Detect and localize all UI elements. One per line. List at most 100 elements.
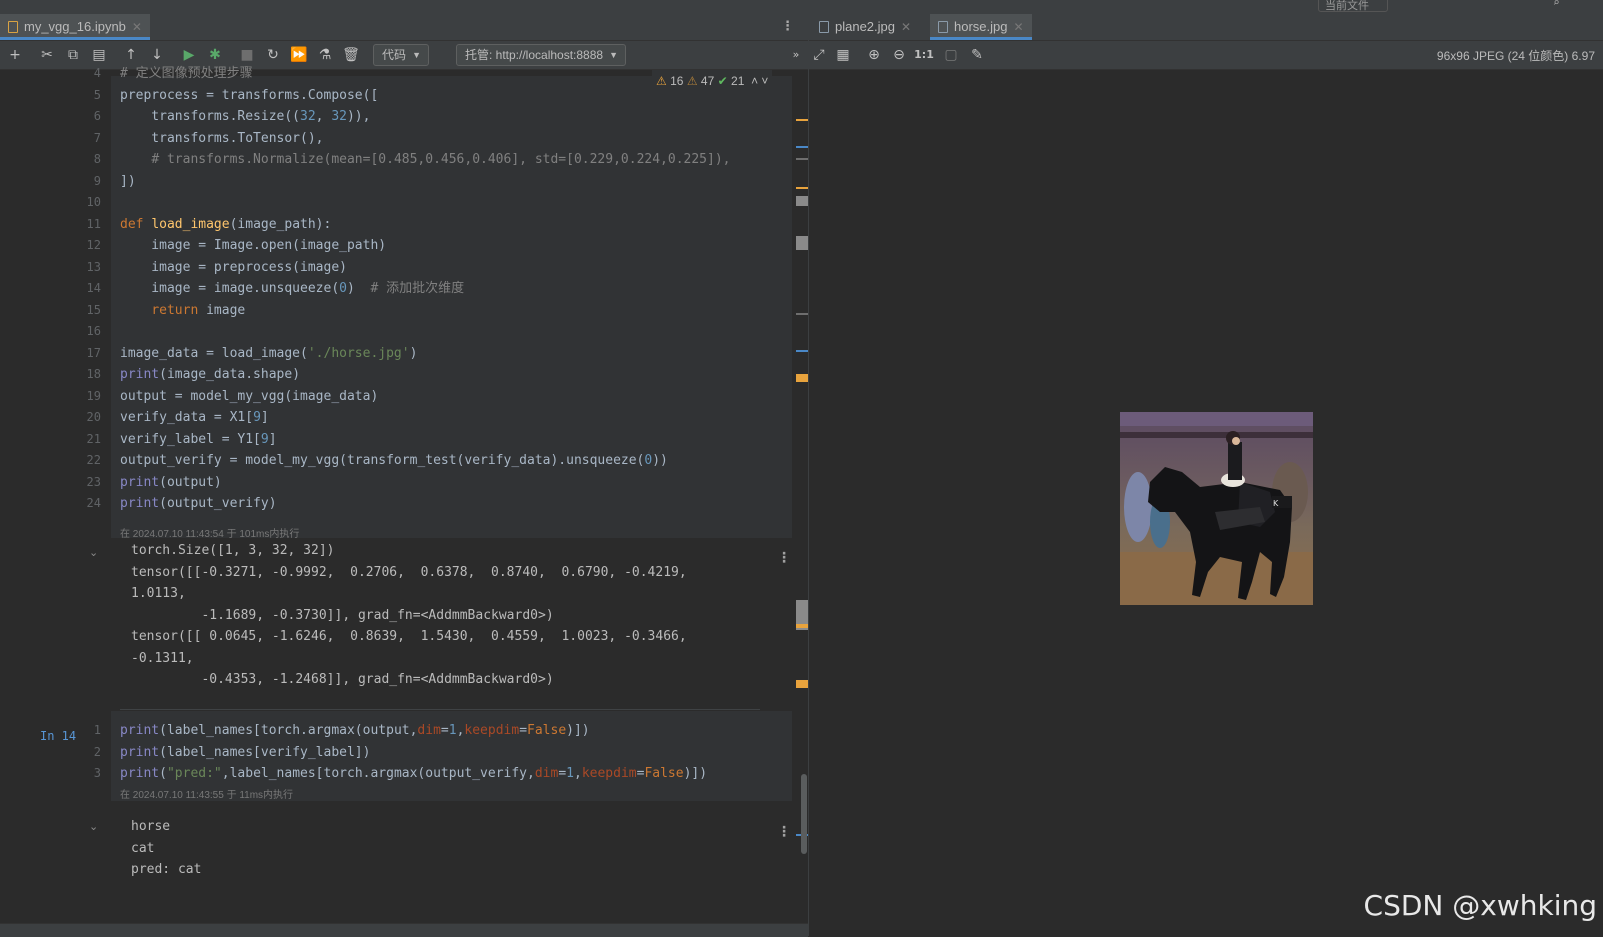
line-number: 11 <box>86 216 101 231</box>
cell-type-label: 代码 <box>382 48 407 62</box>
image-tabbar: plane2.jpg ✕ horse.jpg ✕ <box>809 14 1603 41</box>
zoom-out-icon[interactable]: ⊖ <box>889 45 909 65</box>
line-number: 2 <box>93 744 101 759</box>
output-line: tensor([[-0.3271, -0.9992, 0.2706, 0.637… <box>131 564 687 580</box>
chevron-down-icon: ▼ <box>609 50 619 60</box>
code-cell-1[interactable]: ⚠ 16 ⚠ 47 ✔ 21 ˄ ˅ 4 # 定义图像预处理步骤 5 preproce… <box>87 66 792 540</box>
output-menu-icon[interactable]: ⋮ <box>777 550 791 566</box>
tab-label: plane2.jpg <box>835 19 895 34</box>
ok-count: 21 <box>731 74 745 88</box>
line-number: 21 <box>86 431 101 446</box>
actual-size-button[interactable]: 1:1 <box>914 45 934 65</box>
weak-warning-count: 47 <box>700 74 715 88</box>
output-line: cat <box>131 840 155 856</box>
collapse-output-icon[interactable]: ⌄ <box>89 820 98 833</box>
debug-icon[interactable]: ✱ <box>205 45 225 65</box>
watermark: CSDN @xwhking <box>1363 889 1597 922</box>
code-text: print(label_names[torch.argmax(output,di… <box>120 723 590 738</box>
code-text: image_data = load_image('./horse.jpg') <box>120 345 418 361</box>
output-line: horse <box>131 819 171 834</box>
line-number: 10 <box>86 195 101 209</box>
code-text: image = preprocess(image) <box>120 259 347 275</box>
code-text: print(image_data.shape) <box>120 367 301 382</box>
line-number: 20 <box>86 410 101 424</box>
code-text: print(label_names[verify_label]) <box>120 744 371 760</box>
line-number: 5 <box>93 87 101 102</box>
warning-icon: ⚠ <box>656 74 667 88</box>
delete-icon[interactable]: 🗑 <box>341 45 361 65</box>
output-line: 1.0113, <box>131 586 186 601</box>
scrollbar-thumb[interactable] <box>801 774 807 854</box>
chevron-down-icon[interactable]: ˅ <box>761 74 768 88</box>
code-cell-2[interactable]: 1 print(label_names[torch.argmax(output,d… <box>94 711 792 801</box>
execution-info: 在 2024.07.10 11:43:55 于 11ms内执行 <box>120 790 294 801</box>
chevron-down-icon: ▼ <box>412 50 422 60</box>
close-icon[interactable]: ✕ <box>132 20 142 34</box>
tab-plane2[interactable]: plane2.jpg ✕ <box>811 14 919 40</box>
code-text: print(output) <box>120 474 222 490</box>
restart-icon[interactable]: ↻ <box>263 45 283 65</box>
clear-icon[interactable]: ⚗ <box>315 45 335 65</box>
code-text: image = Image.open(image_path) <box>120 238 387 253</box>
color-picker-icon[interactable]: ✎ <box>967 45 987 65</box>
inspection-widget[interactable]: ⚠ 16 ⚠ 47 ✔ 21 ˄ ˅ <box>652 70 773 92</box>
line-number: 6 <box>93 109 101 123</box>
chevron-up-icon[interactable]: ˄ <box>751 74 758 88</box>
output-line: torch.Size([1, 3, 32, 32]) <box>131 543 335 558</box>
chessboard-icon[interactable]: ▢ <box>941 45 961 65</box>
line-number: 13 <box>86 259 101 274</box>
fit-screen-icon[interactable]: ⤢ <box>809 45 829 65</box>
close-icon[interactable]: ✕ <box>1013 20 1023 34</box>
collapse-output-icon[interactable]: ⌄ <box>89 546 98 559</box>
line-number: 8 <box>93 152 101 166</box>
code-text: ]) <box>120 173 136 189</box>
top-strip: 当前文件 ⌕ <box>0 0 1603 15</box>
code-text: image = image.unsqueeze(0) # 添加批次维度 <box>120 281 465 296</box>
image-file-icon <box>938 21 948 33</box>
output-divider <box>120 709 760 710</box>
output-menu-icon[interactable]: ⋮ <box>777 824 791 840</box>
run-cell-icon[interactable]: ▶ <box>179 45 199 65</box>
code-text: verify_data = X1[9] <box>120 410 269 425</box>
cell-type-dropdown[interactable]: 代码 ▼ <box>373 44 430 66</box>
code-text: output_verify = model_my_vgg(transform_t… <box>120 453 668 468</box>
search-icon[interactable]: ⌕ <box>1553 0 1560 10</box>
move-up-icon[interactable]: ↑ <box>121 45 141 65</box>
stop-icon[interactable]: ■ <box>237 45 257 65</box>
move-down-icon[interactable]: ↓ <box>147 45 167 65</box>
grid-icon[interactable]: ▦ <box>833 45 853 65</box>
line-number: 18 <box>86 367 101 381</box>
line-number: 3 <box>93 766 101 780</box>
warning-count: 16 <box>670 74 684 88</box>
more-tabs-icon[interactable]: ⋮ <box>781 14 794 40</box>
output-line: -0.1311, <box>131 650 194 666</box>
code-text: transforms.ToTensor(), <box>120 130 324 146</box>
code-text: output = model_my_vgg(image_data) <box>120 388 379 404</box>
check-icon: ✔ <box>717 74 728 88</box>
line-number: 15 <box>86 302 101 317</box>
add-icon[interactable]: + <box>5 45 25 65</box>
kernel-dropdown[interactable]: 托管: http://localhost:8888 ▼ <box>456 44 627 66</box>
line-number: 22 <box>86 453 101 467</box>
image-info: 96x96 JPEG (24 位颜色) 6.97 <box>1436 49 1595 63</box>
scope-dropdown[interactable]: 当前文件 <box>1318 0 1388 12</box>
execution-info: 在 2024.07.10 11:43:54 于 101ms内执行 <box>120 529 300 540</box>
line-number: 17 <box>86 345 101 360</box>
cut-icon[interactable]: ✂ <box>37 45 57 65</box>
output-line: -0.4353, -1.2468]], grad_fn=<AddmmBackwa… <box>131 672 554 687</box>
zoom-in-icon[interactable]: ⊕ <box>864 45 884 65</box>
close-icon[interactable]: ✕ <box>901 20 911 34</box>
code-text: transforms.Resize((32, 32)), <box>120 109 371 124</box>
tab-my-vgg-16[interactable]: my_vgg_16.ipynb ✕ <box>0 14 150 40</box>
overflow-icon[interactable]: » <box>786 45 806 65</box>
notebook-file-icon <box>8 21 18 33</box>
code-text: print("pred:",label_names[torch.argmax(o… <box>120 766 708 781</box>
tab-horse[interactable]: horse.jpg ✕ <box>930 14 1032 40</box>
code-text: preprocess = transforms.Compose([ <box>120 87 379 103</box>
copy-icon[interactable]: ⧉ <box>63 45 83 65</box>
run-all-icon[interactable]: ⏩ <box>289 45 309 65</box>
horizontal-scrollbar[interactable] <box>0 923 808 937</box>
line-number: 4 <box>93 66 101 80</box>
code-text: # transforms.Normalize(mean=[0.485,0.456… <box>151 152 731 167</box>
paste-icon[interactable]: ▤ <box>89 45 109 65</box>
